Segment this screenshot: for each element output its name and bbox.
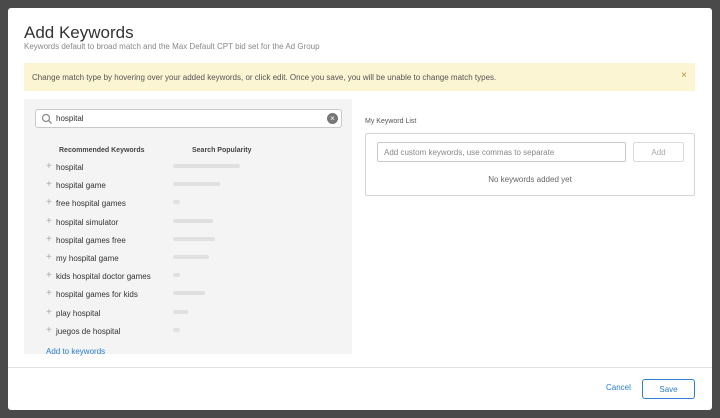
recommended-keyword-label: hospital games free xyxy=(56,235,126,245)
search-popularity-bar xyxy=(173,182,220,187)
keyword-search-box: × xyxy=(35,109,342,128)
recommended-keyword-row[interactable]: + hospital simulator xyxy=(24,213,352,231)
search-icon xyxy=(41,113,52,124)
search-popularity-header: Search Popularity xyxy=(192,147,252,154)
add-keyword-plus-icon[interactable]: + xyxy=(46,252,52,263)
search-popularity-bar xyxy=(173,309,188,314)
search-popularity-bar xyxy=(173,236,215,241)
search-popularity-bar xyxy=(173,200,180,205)
footer-divider xyxy=(8,367,712,368)
recommended-keyword-label: my hospital game xyxy=(56,253,119,263)
modal-subtitle: Keywords default to broad match and the … xyxy=(24,42,320,51)
empty-keywords-message: No keywords added yet xyxy=(488,175,572,184)
recommended-keywords-panel: × Recommended Keywords Search Popularity… xyxy=(24,99,352,356)
add-keyword-plus-icon[interactable]: + xyxy=(46,162,52,172)
recommended-keyword-label: hospital simulator xyxy=(56,217,119,227)
save-button[interactable]: Save xyxy=(642,379,695,399)
recommended-keyword-label: hospital game xyxy=(56,181,106,191)
my-keyword-list-label: My Keyword List xyxy=(365,118,417,125)
recommended-keyword-label: kids hospital doctor games xyxy=(56,272,151,282)
add-keyword-plus-icon[interactable]: + xyxy=(46,271,52,281)
recommended-keyword-row[interactable]: + hospital game xyxy=(24,176,352,194)
add-keyword-plus-icon[interactable]: + xyxy=(46,325,52,336)
recommended-keyword-row[interactable]: + juegos de hospital xyxy=(24,322,352,340)
recommended-keyword-label: free hospital games xyxy=(56,199,126,209)
recommended-keyword-row[interactable]: + free hospital games xyxy=(24,194,352,212)
recommended-keyword-row[interactable]: + kids hospital doctor games xyxy=(24,267,352,285)
add-to-keywords-link[interactable]: Add to keywords xyxy=(46,347,105,356)
search-popularity-bar xyxy=(173,254,209,259)
search-popularity-bar xyxy=(173,273,180,278)
cancel-button[interactable]: Cancel xyxy=(606,383,631,392)
search-popularity-bar xyxy=(173,291,205,296)
recommended-keyword-row[interactable]: + hospital games for kids xyxy=(24,285,352,303)
add-keyword-plus-icon[interactable]: + xyxy=(46,216,52,227)
search-popularity-bar xyxy=(173,218,213,223)
recommended-keyword-label: hospital games for kids xyxy=(56,290,138,300)
add-keywords-modal: Add Keywords Keywords default to broad m… xyxy=(8,8,712,410)
recommended-keyword-list: + hospital + hospital game + free hospital ga… xyxy=(24,158,352,340)
add-custom-keyword-button[interactable]: Add xyxy=(633,142,684,162)
clear-search-icon[interactable]: × xyxy=(327,113,338,124)
match-type-alert: Change match type by hovering over your … xyxy=(24,63,695,91)
alert-close-icon[interactable]: × xyxy=(681,71,687,81)
add-keyword-plus-icon[interactable]: + xyxy=(46,307,52,318)
recommended-keyword-row[interactable]: + hospital xyxy=(24,158,352,176)
custom-keywords-input[interactable] xyxy=(377,142,626,162)
recommended-keywords-header: Recommended Keywords xyxy=(59,147,145,154)
alert-text: Change match type by hovering over your … xyxy=(32,72,497,82)
modal-title: Add Keywords xyxy=(24,23,134,42)
recommended-keyword-label: play hospital xyxy=(56,308,101,318)
search-popularity-bar xyxy=(173,327,180,332)
recommended-keyword-row[interactable]: + play hospital xyxy=(24,304,352,322)
add-keyword-plus-icon[interactable]: + xyxy=(46,198,52,208)
recommended-keyword-row[interactable]: + hospital games free xyxy=(24,231,352,249)
recommended-keyword-row[interactable]: + my hospital game xyxy=(24,249,352,267)
recommended-keyword-label: hospital xyxy=(56,163,84,172)
add-keyword-plus-icon[interactable]: + xyxy=(46,289,52,299)
keyword-search-input[interactable] xyxy=(56,112,316,125)
my-keyword-list-panel: Add No keywords added yet xyxy=(365,133,695,196)
search-popularity-bar xyxy=(173,164,240,168)
recommended-keyword-label: juegos de hospital xyxy=(56,326,121,336)
add-keyword-plus-icon[interactable]: + xyxy=(46,234,52,245)
add-keyword-plus-icon[interactable]: + xyxy=(46,180,52,190)
